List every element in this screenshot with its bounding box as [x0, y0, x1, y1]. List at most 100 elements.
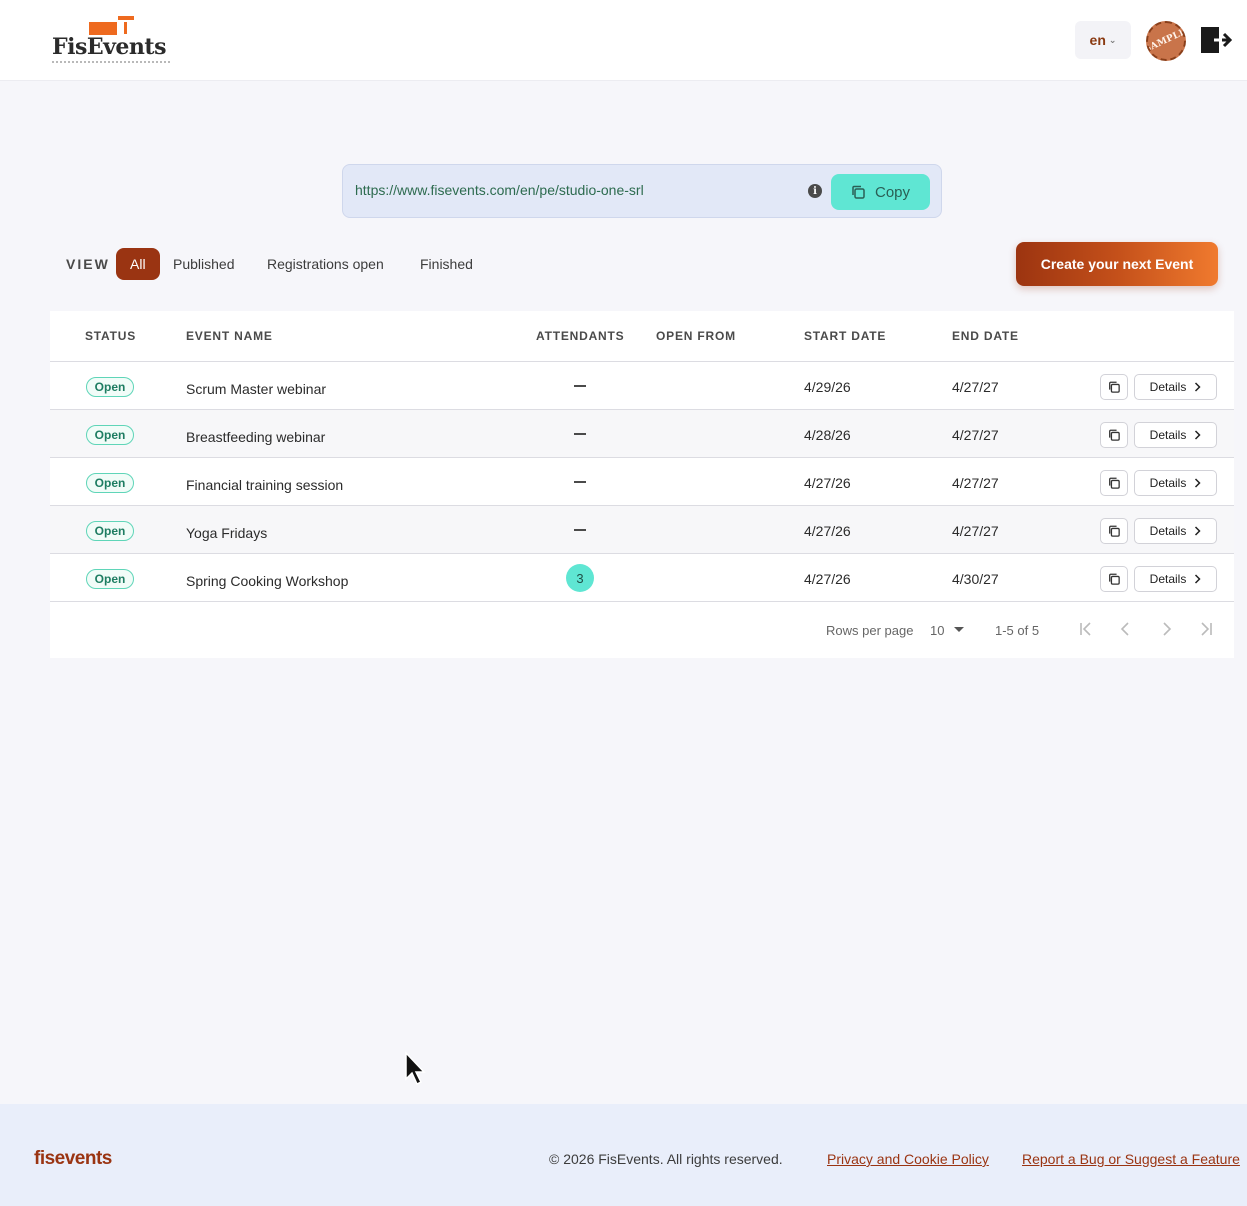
- chevron-right-icon: [1195, 574, 1201, 584]
- column-header-start-date[interactable]: START DATE: [804, 329, 886, 343]
- end-date: 4/30/27: [952, 571, 999, 587]
- copyright-text: © 2026 FisEvents. All rights reserved.: [549, 1151, 783, 1167]
- next-page-icon[interactable]: [1156, 619, 1176, 639]
- copy-icon: [1109, 525, 1120, 537]
- end-date: 4/27/27: [952, 523, 999, 539]
- status-badge: Open: [86, 473, 134, 493]
- copy-icon: [1109, 381, 1120, 393]
- duplicate-event-button[interactable]: [1100, 518, 1128, 544]
- event-name: Spring Cooking Workshop: [186, 573, 349, 589]
- last-page-icon[interactable]: [1196, 619, 1216, 639]
- public-url-text[interactable]: https://www.fisevents.com/en/pe/studio-o…: [355, 182, 644, 198]
- pagination-range: 1-5 of 5: [995, 623, 1040, 638]
- copy-icon: [1109, 573, 1120, 585]
- details-label: Details: [1149, 428, 1187, 442]
- table-header: STATUS EVENT NAME ATTENDANTS OPEN FROM S…: [50, 311, 1234, 362]
- create-event-button[interactable]: Create your next Event: [1016, 242, 1218, 286]
- chevron-right-icon: [1195, 382, 1201, 392]
- start-date: 4/29/26: [804, 379, 851, 395]
- status-badge: Open: [86, 425, 134, 445]
- rows-per-page-select[interactable]: 10: [930, 619, 970, 641]
- duplicate-event-button[interactable]: [1100, 422, 1128, 448]
- report-bug-link[interactable]: Report a Bug or Suggest a Feature: [1022, 1151, 1247, 1167]
- caret-down-icon: [954, 627, 965, 632]
- start-date: 4/27/26: [804, 475, 851, 491]
- filter-registrations-open[interactable]: Registrations open: [253, 248, 398, 280]
- logo-mark: [118, 16, 134, 20]
- language-value: en: [1089, 32, 1106, 48]
- copy-label: Copy: [874, 183, 911, 201]
- table-row[interactable]: Open Yoga Fridays 4/27/26 4/27/27 Detail…: [50, 506, 1234, 554]
- language-select[interactable]: en ⌄: [1075, 21, 1131, 59]
- previous-page-icon[interactable]: [1116, 619, 1136, 639]
- table-pagination: Rows per page 10 1-5 of 5: [50, 603, 1234, 657]
- filter-finished[interactable]: Finished: [406, 248, 487, 280]
- copy-icon: [1109, 477, 1120, 489]
- table-row[interactable]: Open Financial training session 4/27/26 …: [50, 458, 1234, 506]
- details-label: Details: [1149, 380, 1187, 394]
- status-badge: Open: [86, 377, 134, 397]
- column-header-status[interactable]: STATUS: [85, 329, 136, 343]
- public-url-bar: https://www.fisevents.com/en/pe/studio-o…: [342, 164, 942, 218]
- start-date: 4/27/26: [804, 571, 851, 587]
- table-row[interactable]: Open Spring Cooking Workshop 3 4/27/26 4…: [50, 554, 1234, 602]
- copy-icon: [852, 185, 865, 199]
- attendants-empty-dash: [574, 433, 586, 435]
- info-icon[interactable]: i: [808, 184, 822, 198]
- chevron-right-icon: [1195, 526, 1201, 536]
- logout-icon[interactable]: [1200, 26, 1232, 54]
- end-date: 4/27/27: [952, 379, 999, 395]
- details-button[interactable]: Details: [1134, 518, 1217, 544]
- details-button[interactable]: Details: [1134, 566, 1217, 592]
- logo-mark: [124, 22, 127, 34]
- attendants-empty-dash: [574, 529, 586, 531]
- logo-underline: [52, 61, 170, 63]
- details-button[interactable]: Details: [1134, 422, 1217, 448]
- fisevents-logo[interactable]: FisEvents: [52, 16, 172, 66]
- avatar-stamp-text: SAMPLE: [1146, 26, 1186, 56]
- details-label: Details: [1149, 524, 1187, 538]
- first-page-icon[interactable]: [1076, 619, 1096, 639]
- status-badge: Open: [86, 521, 134, 541]
- column-header-event-name[interactable]: EVENT NAME: [186, 329, 273, 343]
- attendants-empty-dash: [574, 385, 586, 387]
- chevron-right-icon: [1195, 478, 1201, 488]
- attendants-count-badge[interactable]: 3: [566, 564, 594, 592]
- event-name: Yoga Fridays: [186, 525, 268, 541]
- details-label: Details: [1149, 572, 1187, 586]
- view-label: VIEW: [66, 256, 110, 272]
- event-name: Financial training session: [186, 477, 344, 493]
- table-row[interactable]: Open Scrum Master webinar 4/29/26 4/27/2…: [50, 362, 1234, 410]
- privacy-policy-link[interactable]: Privacy and Cookie Policy: [827, 1151, 989, 1167]
- column-header-end-date[interactable]: END DATE: [952, 329, 1019, 343]
- start-date: 4/28/26: [804, 427, 851, 443]
- event-name: Scrum Master webinar: [186, 381, 327, 397]
- copy-icon: [1109, 429, 1120, 441]
- attendants-empty-dash: [574, 481, 586, 483]
- rows-per-page-label: Rows per page: [826, 623, 914, 638]
- event-name: Breastfeeding webinar: [186, 429, 326, 445]
- avatar[interactable]: SAMPLE: [1146, 21, 1186, 61]
- filter-published[interactable]: Published: [159, 248, 249, 280]
- filter-all[interactable]: All: [116, 248, 160, 280]
- table-row[interactable]: Open Breastfeeding webinar 4/28/26 4/27/…: [50, 410, 1234, 458]
- top-header: FisEvents en ⌄ SAMPLE: [0, 0, 1247, 81]
- page-footer: fisevents © 2026 FisEvents. All rights r…: [0, 1104, 1247, 1206]
- duplicate-event-button[interactable]: [1100, 374, 1128, 400]
- status-badge: Open: [86, 569, 134, 589]
- start-date: 4/27/26: [804, 523, 851, 539]
- column-header-attendants[interactable]: ATTENDANTS: [536, 329, 624, 343]
- mouse-cursor-icon: [405, 1051, 426, 1086]
- column-header-open-from[interactable]: OPEN FROM: [656, 329, 736, 343]
- end-date: 4/27/27: [952, 427, 999, 443]
- footer-logo[interactable]: fisevents: [34, 1148, 112, 1170]
- end-date: 4/27/27: [952, 475, 999, 491]
- details-label: Details: [1149, 476, 1187, 490]
- details-button[interactable]: Details: [1134, 374, 1217, 400]
- chevron-down-icon: ⌄: [1108, 35, 1117, 45]
- events-table: STATUS EVENT NAME ATTENDANTS OPEN FROM S…: [50, 311, 1234, 658]
- copy-url-button[interactable]: Copy: [831, 174, 930, 210]
- duplicate-event-button[interactable]: [1100, 566, 1128, 592]
- details-button[interactable]: Details: [1134, 470, 1217, 496]
- duplicate-event-button[interactable]: [1100, 470, 1128, 496]
